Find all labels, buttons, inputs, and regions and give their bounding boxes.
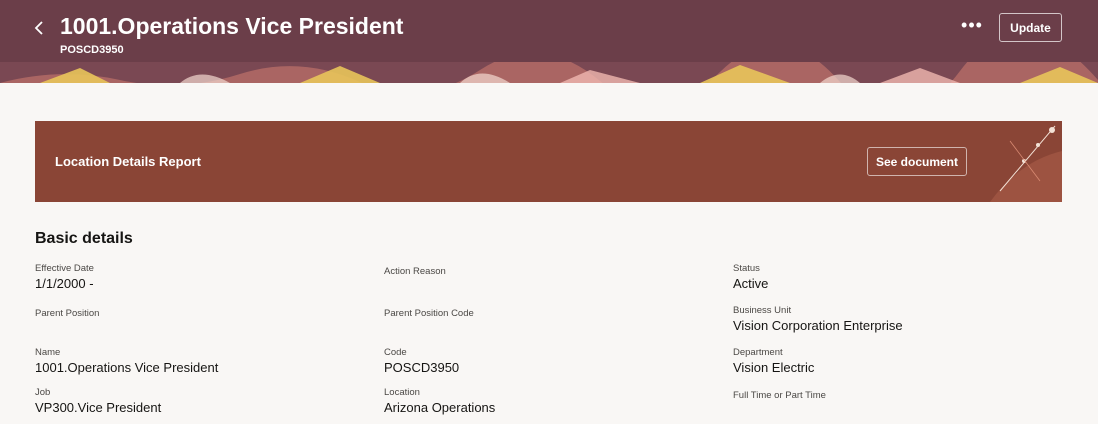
field-action-reason: Action Reason — [384, 266, 704, 279]
page-title: 1001.Operations Vice President — [60, 13, 404, 39]
field-value: 1001.Operations Vice President — [35, 360, 219, 375]
field-value: 1/1/2000 - — [35, 276, 94, 291]
field-value: Arizona Operations — [384, 400, 496, 415]
field-value: VP300.Vice President — [35, 400, 162, 415]
field-label: Job — [35, 387, 51, 398]
field-label: Action Reason — [384, 266, 446, 277]
chevron-left-icon — [34, 21, 43, 35]
field-location: Location Arizona Operations — [384, 387, 704, 415]
field-label: Status — [733, 263, 760, 274]
field-name: Name 1001.Operations Vice President — [35, 347, 355, 375]
field-label: Location — [384, 387, 420, 398]
field-effective-date: Effective Date 1/1/2000 - — [35, 263, 355, 291]
page-subtitle: POSCD3950 — [60, 44, 124, 56]
see-document-button[interactable]: See document — [867, 147, 967, 176]
field-label: Business Unit — [733, 305, 792, 316]
report-banner: Location Details Report See document — [35, 121, 1062, 202]
banner-title: Location Details Report — [55, 154, 201, 169]
more-actions-button[interactable]: ••• — [958, 16, 986, 38]
field-label: Effective Date — [35, 263, 94, 274]
field-code: Code POSCD3950 — [384, 347, 704, 375]
banner-illustration — [990, 121, 1062, 202]
field-department: Department Vision Electric — [733, 347, 1053, 375]
field-label: Department — [733, 347, 783, 358]
field-value: Vision Corporation Enterprise — [733, 318, 903, 333]
field-label: Code — [384, 347, 407, 358]
back-button[interactable] — [30, 16, 50, 40]
field-label: Parent Position Code — [384, 308, 474, 319]
field-job: Job VP300.Vice President — [35, 387, 355, 415]
field-parent-position-code: Parent Position Code — [384, 308, 704, 321]
more-horizontal-icon: ••• — [961, 15, 983, 35]
field-label: Full Time or Part Time — [733, 390, 826, 401]
update-button[interactable]: Update — [999, 13, 1062, 42]
field-status: Status Active — [733, 263, 1053, 291]
field-value: POSCD3950 — [384, 360, 460, 375]
page-header: 1001.Operations Vice President POSCD3950… — [0, 0, 1098, 83]
field-label: Parent Position — [35, 308, 100, 319]
header-decorative-pattern — [0, 62, 1098, 83]
field-value: Vision Electric — [733, 360, 815, 375]
field-label: Name — [35, 347, 61, 358]
field-business-unit: Business Unit Vision Corporation Enterpr… — [733, 305, 1053, 333]
field-full-time-part-time: Full Time or Part Time — [733, 390, 1053, 403]
field-value: Active — [733, 276, 769, 291]
section-title-basic-details: Basic details — [35, 230, 133, 247]
field-parent-position: Parent Position — [35, 308, 355, 321]
